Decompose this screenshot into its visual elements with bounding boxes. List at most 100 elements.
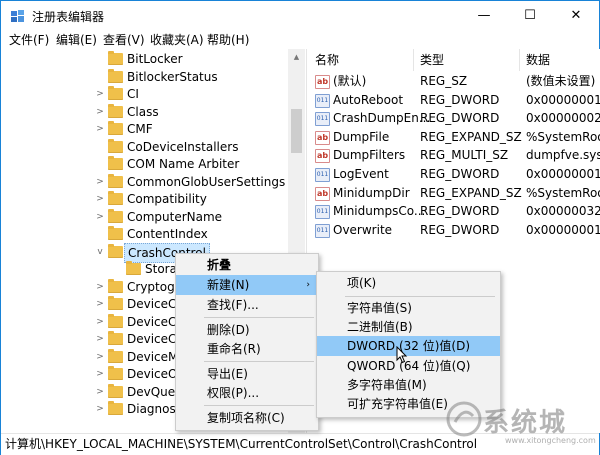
binary-value-icon: 011: [315, 205, 330, 220]
expanded-arrow-icon[interactable]: v: [95, 243, 105, 261]
column-header-name[interactable]: 名称: [315, 49, 339, 71]
column-header-data[interactable]: 数据: [526, 49, 550, 71]
value-data: 0x00000002 (: [526, 111, 600, 126]
scroll-up-arrow-icon[interactable]: ▲: [288, 49, 305, 66]
value-name: LogEvent: [333, 167, 389, 181]
expand-arrow-icon[interactable]: >: [95, 85, 105, 103]
expand-arrow-icon[interactable]: >: [95, 365, 105, 383]
column-divider[interactable]: [519, 49, 520, 71]
value-row[interactable]: abMinidumpDir REG_EXPAND_SZ %SystemRoot: [307, 184, 600, 202]
tree-item[interactable]: CoDeviceInstallers: [1, 138, 288, 156]
menu-item-collapse[interactable]: 折叠: [176, 255, 318, 275]
folder-icon: [108, 401, 123, 415]
tree-item-label: BitlockerStatus: [127, 69, 218, 84]
value-row[interactable]: abDumpFile REG_EXPAND_SZ %SystemRoot: [307, 128, 600, 146]
tree-item[interactable]: > ComputerName: [1, 208, 288, 226]
menu-file[interactable]: 文件(F): [9, 31, 49, 50]
title-bar: 注册表编辑器 — ☐ ✕: [1, 1, 599, 31]
string-value-icon: ab: [315, 130, 330, 145]
menu-view[interactable]: 查看(V): [103, 31, 145, 50]
tree-item[interactable]: > CMF: [1, 120, 288, 138]
expand-arrow-icon[interactable]: >: [95, 103, 105, 121]
menu-item-label: 复制项名称(C): [207, 411, 285, 425]
tree-item[interactable]: BitlockerStatus: [1, 68, 288, 86]
expand-arrow-icon[interactable]: >: [95, 295, 105, 313]
menu-item-delete[interactable]: 删除(D): [176, 320, 318, 340]
folder-icon: [108, 383, 123, 398]
value-row[interactable]: 011LogEvent REG_DWORD 0x00000001 (: [307, 165, 600, 183]
value-type: REG_DWORD: [420, 222, 500, 237]
menu-item-new[interactable]: 新建(N) ›: [176, 275, 318, 295]
folder-icon: [108, 208, 123, 223]
expand-arrow-icon[interactable]: >: [95, 313, 105, 331]
tree-item[interactable]: COM Name Arbiter: [1, 155, 288, 173]
folder-icon: [108, 173, 123, 188]
binary-value-icon: 011: [315, 168, 330, 182]
expand-arrow-icon[interactable]: >: [95, 278, 105, 296]
menu-item-new-key[interactable]: 项(K): [317, 273, 500, 293]
menu-separator: [345, 296, 495, 297]
tree-item[interactable]: ContentIndex: [1, 225, 288, 243]
mouse-cursor-icon: [396, 346, 408, 364]
menu-help[interactable]: 帮助(H): [207, 31, 249, 50]
menu-item-multi-string-value[interactable]: 多字符串值(M): [317, 375, 500, 395]
expand-arrow-icon[interactable]: >: [95, 330, 105, 348]
expand-arrow-icon[interactable]: >: [95, 120, 105, 138]
folder-icon: [126, 261, 141, 275]
menu-item-permissions[interactable]: 权限(P)...: [176, 383, 318, 403]
value-row[interactable]: ab (默认) REG_SZ (数值未设置): [307, 72, 600, 90]
menu-item-export[interactable]: 导出(E): [176, 364, 318, 384]
expand-arrow-icon[interactable]: >: [95, 173, 105, 191]
menu-edit[interactable]: 编辑(E): [56, 31, 97, 50]
tree-item[interactable]: > CommonGlobUserSettings: [1, 173, 288, 191]
value-data: 0x00000001 (: [526, 92, 600, 107]
value-row[interactable]: 011AutoReboot REG_DWORD 0x00000001 (: [307, 91, 600, 109]
value-type: REG_DWORD: [420, 204, 500, 219]
tree-item-label: ComputerName: [127, 209, 223, 224]
column-header-type[interactable]: 类型: [420, 49, 444, 71]
menu-item-string-value[interactable]: 字符串值(S): [317, 298, 500, 318]
string-value-icon: ab: [315, 149, 330, 164]
folder-icon: [108, 348, 123, 363]
value-row[interactable]: ab DumpFilters REG_MULTI_SZ dumpfve.sys: [307, 146, 600, 164]
tree-item[interactable]: BitLocker: [1, 50, 288, 68]
folder-icon: [108, 51, 123, 65]
value-row[interactable]: 011MinidumpsCo...REG_DWORD 0x00000032 (5: [307, 202, 600, 220]
tree-item[interactable]: > Class: [1, 103, 288, 121]
value-data: (数值未设置): [526, 74, 596, 88]
menu-favorites[interactable]: 收藏夹(A): [150, 31, 204, 50]
close-button[interactable]: ✕: [553, 1, 599, 31]
string-value-icon: ab: [315, 186, 330, 201]
folder-icon: [108, 331, 123, 345]
value-data: %SystemRoot: [526, 185, 600, 200]
menu-item-copy-key-name[interactable]: 复制项名称(C): [176, 408, 318, 428]
column-divider[interactable]: [413, 49, 414, 71]
value-type: REG_EXPAND_SZ: [420, 185, 522, 200]
registry-editor-window: 注册表编辑器 — ☐ ✕ 文件(F) 编辑(E) 查看(V) 收藏夹(A) 帮助…: [0, 0, 600, 455]
menu-item-rename[interactable]: 重命名(R): [176, 339, 318, 359]
scrollbar-thumb[interactable]: [291, 109, 302, 153]
expand-arrow-icon[interactable]: >: [95, 190, 105, 208]
menu-item-dword-value[interactable]: DWORD (32 位)值(D): [317, 336, 500, 356]
tree-item[interactable]: > Compatibility: [1, 190, 288, 208]
value-type: REG_DWORD: [420, 167, 500, 181]
tree-item[interactable]: > CI: [1, 85, 288, 103]
site-watermark: 系统城 www.xitongcheng.com: [441, 396, 596, 451]
value-row[interactable]: 011CrashDumpEn...REG_DWORD 0x00000002 (: [307, 109, 600, 127]
tree-item-label: COM Name Arbiter: [127, 157, 240, 171]
folder-icon: [108, 191, 123, 205]
expand-arrow-icon[interactable]: >: [95, 348, 105, 366]
tree-item-label: Class: [127, 104, 159, 119]
expand-arrow-icon[interactable]: >: [95, 383, 105, 401]
maximize-button[interactable]: ☐: [507, 1, 553, 31]
expand-arrow-icon[interactable]: >: [95, 400, 105, 418]
watermark-text: 系统城: [483, 408, 568, 438]
menu-item-binary-value[interactable]: 二进制值(B): [317, 317, 500, 337]
minimize-button[interactable]: —: [461, 1, 507, 31]
value-name: DumpFilters: [333, 148, 406, 163]
menu-item-find[interactable]: 查找(F)...: [176, 295, 318, 315]
expand-arrow-icon[interactable]: >: [95, 208, 105, 226]
menu-item-qword-value[interactable]: QWORD (64 位)值(Q): [317, 356, 500, 376]
value-row[interactable]: 011Overwrite REG_DWORD 0x00000001 (: [307, 221, 600, 239]
string-value-icon: ab: [315, 75, 330, 89]
